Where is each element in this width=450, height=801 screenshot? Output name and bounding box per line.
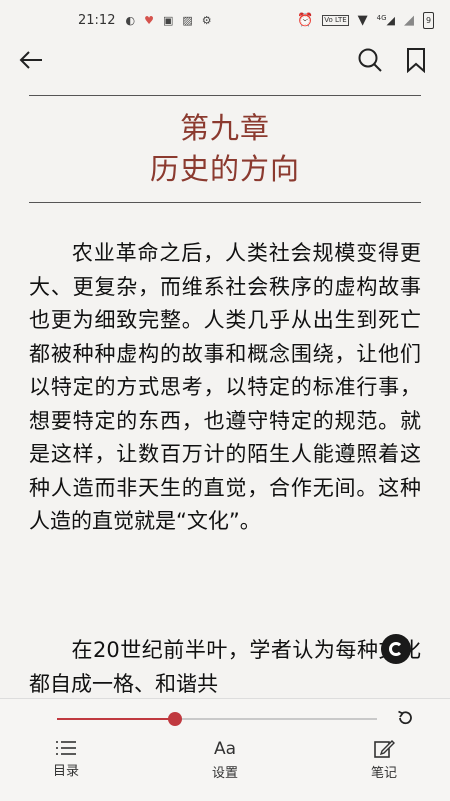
battery-level: 9 <box>425 15 432 25</box>
undo-icon[interactable] <box>396 709 414 727</box>
toc-label: 目录 <box>52 764 79 779</box>
progress-thumb[interactable] <box>168 712 183 726</box>
message-icon: ▣ <box>162 13 174 27</box>
heart-icon: ♥ <box>144 13 154 27</box>
chapter-heading: 第九章 历史的方向 <box>29 108 421 190</box>
alarm-icon: ⏰ <box>297 12 314 28</box>
notes-label: 笔记 <box>370 766 397 781</box>
notification-icon: ◐ <box>125 13 136 27</box>
moon-icon <box>389 642 403 656</box>
chapter-number: 第九章 <box>179 111 270 145</box>
reader-toolbar <box>0 40 450 80</box>
status-bar: 21:12 ◐ ♥ ▣ ▨ ⚙ ⏰ Vo LTE ▼ 4G◢ ◢ 9 <box>0 0 450 40</box>
settings-button[interactable]: Aa 设置 <box>190 739 260 781</box>
wifi-icon: ▼ <box>357 12 368 28</box>
network-label: 4G <box>376 13 387 22</box>
no-signal-icon: ◢ <box>404 12 414 28</box>
floating-mode-button[interactable] <box>381 634 411 664</box>
bookmark-icon[interactable] <box>404 47 428 73</box>
notes-button[interactable]: 笔记 <box>349 739 419 781</box>
progress-slider[interactable] <box>57 712 377 726</box>
status-time: 21:12 <box>78 12 116 28</box>
list-icon <box>56 741 76 755</box>
status-right-icons: ⏰ Vo LTE ▼ 4G◢ ◢ 9 <box>297 11 434 29</box>
font-size-icon: Aa <box>213 739 237 759</box>
paragraph-1-text: 农业革命之后，人类社会规模变得更大、更复杂，而维系社会秩序的虚构故事也更为细致完… <box>29 241 421 533</box>
reader-bottom-panel: 目录 Aa 设置 笔记 <box>0 698 450 801</box>
volte-icon: Vo LTE <box>322 14 349 26</box>
settings-icon: ⚙ <box>201 13 212 27</box>
battery-icon: 9 <box>423 11 434 29</box>
progress-fill <box>57 718 176 720</box>
toc-button[interactable]: 目录 <box>31 739 101 779</box>
top-divider <box>29 95 421 96</box>
search-icon[interactable] <box>356 46 384 74</box>
bottom-divider <box>29 202 421 203</box>
arrow-left-icon[interactable] <box>18 48 44 72</box>
paragraph-2-text: 在20世纪前半叶，学者认为每种文化都自成一格、和谐共 <box>29 638 421 696</box>
note-edit-icon <box>374 740 395 758</box>
paragraph-1: 农业革命之后，人类社会规模变得更大、更复杂，而维系社会秩序的虚构故事也更为细致完… <box>29 237 421 539</box>
image-icon: ▨ <box>182 13 193 27</box>
signal-4g-icon: 4G◢ <box>376 13 395 27</box>
chapter-title: 历史的方向 <box>149 152 300 186</box>
paragraph-2: 在20世纪前半叶，学者认为每种文化都自成一格、和谐共 <box>29 634 421 698</box>
settings-label: 设置 <box>211 766 238 781</box>
